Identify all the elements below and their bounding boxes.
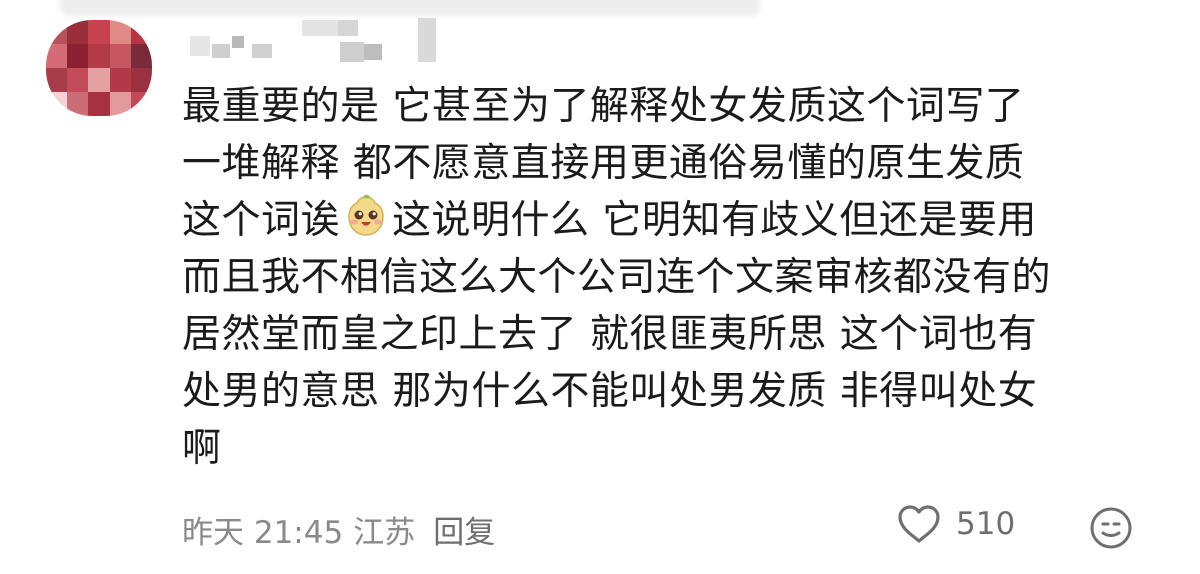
like-count: 510 [956,506,1016,542]
comment-location: 江苏 [353,515,416,551]
comment-line-with-emoji: 这个词诶 这说明什么 它明知有歧义但还是要用 [182,192,1172,249]
comment-body: 最重要的是 它甚至为了解释处女发质这个词写了 一堆解释 都不愿意直接用更通俗易懂… [182,78,1172,477]
comment-meta: 昨天 21:45 江苏 回复 [182,507,505,552]
comment-line: 最重要的是 它甚至为了解释处女发质这个词写了 [182,84,1025,129]
smiling-bun-emoji-icon [348,194,384,236]
reply-button[interactable]: 回复 [433,515,495,551]
comment-line: 啊 [182,426,222,471]
comment-line-segment: 这说明什么 它明知有歧义但还是要用 [392,198,1037,243]
comment-line: 居然堂而皇之印上去了 就很匪夷所思 这个词也有 [182,312,1038,357]
comment-time: 昨天 21:45 [182,515,344,551]
comment-line: 而且我不相信这么大个公司连个文案审核都没有的 [182,255,1052,300]
avatar[interactable] [46,20,152,116]
comment-item: 最重要的是 它甚至为了解释处女发质这个词写了 一堆解释 都不愿意直接用更通俗易懂… [0,0,1200,574]
heart-outline-icon[interactable] [896,503,942,545]
comment-line: 一堆解释 都不愿意直接用更通俗易懂的原生发质 [182,141,1025,186]
comment-line: 处男的意思 那为什么不能叫处男发质 非得叫处女 [182,369,1038,414]
like-group[interactable]: 510 [896,503,1015,545]
username-censored[interactable] [186,14,446,62]
comment-line-segment: 这个词诶 [182,198,341,243]
smiley-face-icon[interactable] [1088,505,1134,551]
